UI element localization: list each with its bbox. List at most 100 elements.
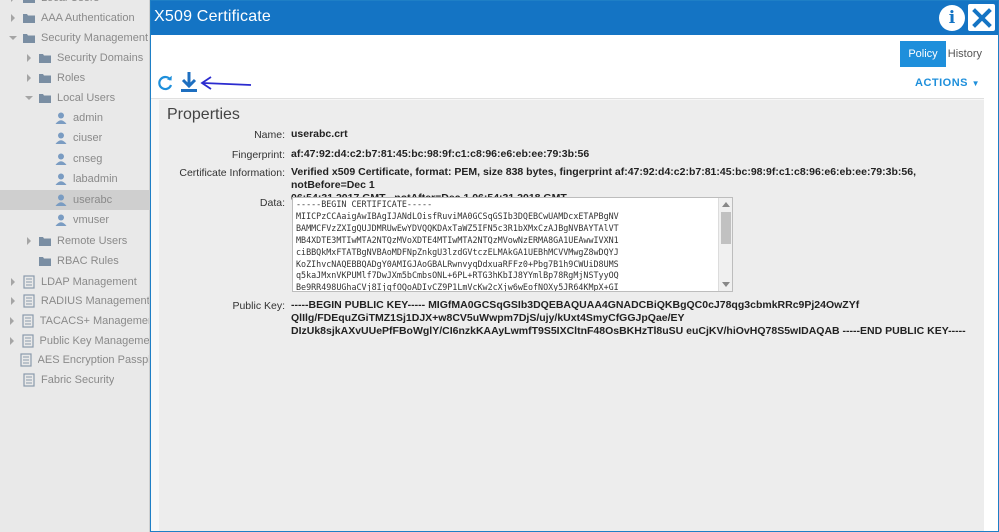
sidebar-item[interactable]: TACACS+ Management <box>0 311 149 331</box>
sidebar-item[interactable]: RBAC Rules <box>0 251 149 271</box>
data-label: Data: <box>259 197 285 209</box>
sidebar-item-label: Remote Users <box>57 235 128 247</box>
folder-icon <box>38 234 52 248</box>
right-margin <box>984 67 998 531</box>
scrollbar[interactable] <box>718 198 732 291</box>
sidebar-item[interactable]: vmuser <box>0 210 149 230</box>
actions-menu[interactable]: ACTIONS ▼ <box>915 77 980 89</box>
sidebar-item-label: Security Domains <box>57 52 144 64</box>
public-key-value: -----BEGIN PUBLIC KEY----- MIGfMA0GCSqGS… <box>291 299 981 338</box>
list-icon <box>22 275 36 289</box>
chevron-down-icon: ▼ <box>971 79 980 88</box>
certificate-data-line: Be9RR498UGhaCVj8IjqfOQoADIvCZ9P1LmVcKw2c… <box>296 282 619 292</box>
sidebar-item[interactable]: Remote Users <box>0 231 149 251</box>
expand-right-icon <box>24 256 34 266</box>
folder-icon <box>38 71 52 85</box>
expand-down-icon[interactable] <box>24 93 34 103</box>
sidebar-item-label: RADIUS Management <box>40 295 150 307</box>
certificate-data-line: q5kaJMxnVKPUMlf7DwJXm5bCmbsONL+6PL+RTG3h… <box>296 270 619 281</box>
list-icon <box>19 353 33 367</box>
list-icon <box>21 314 35 328</box>
user-icon <box>54 193 68 207</box>
folder-icon <box>38 254 52 268</box>
sidebar-item[interactable]: Public Key Management <box>0 331 149 351</box>
sidebar-item[interactable]: LDAP Management <box>0 272 149 292</box>
certificate-data-line: -----BEGIN CERTIFICATE----- <box>296 199 433 209</box>
sidebar-item-label: labadmin <box>73 173 118 185</box>
fingerprint-label: Fingerprint: <box>231 149 285 161</box>
certificate-data-line: BAMMCFVzZXIgQUJDMRUwEwYDVQQKDAxTaWZ5IFN5… <box>296 222 619 233</box>
user-icon <box>54 152 68 166</box>
sidebar-item-label: admin <box>73 112 103 124</box>
refresh-icon[interactable] <box>155 73 175 93</box>
name-value: userabc.crt <box>291 128 348 140</box>
info-button[interactable]: i <box>939 5 965 31</box>
sidebar-tree: Local Users AAA Authentication Security Ma… <box>0 0 150 532</box>
folder-icon <box>38 51 52 65</box>
expand-right-icon[interactable] <box>24 73 34 83</box>
name-label: Name: <box>254 129 285 141</box>
certificate-data-line: KoZIhvcNAQEBBQADgY0AMIGJAoGBALRwnvyqDdxu… <box>296 258 619 269</box>
sidebar-item-label: LDAP Management <box>41 276 137 288</box>
certificate-data-text: -----BEGIN CERTIFICATE----- MIICPzCCAaigA… <box>296 199 619 292</box>
sidebar-item[interactable]: Roles <box>0 68 149 88</box>
expand-right-icon[interactable] <box>8 277 18 287</box>
sidebar-item-label: RBAC Rules <box>57 255 119 267</box>
expand-right-icon[interactable] <box>8 0 18 3</box>
expand-right-icon[interactable] <box>7 336 16 346</box>
close-icon <box>971 7 992 28</box>
folder-icon <box>38 91 52 105</box>
sidebar-item[interactable]: AAA Authentication <box>0 8 149 28</box>
download-icon[interactable] <box>179 71 199 93</box>
expand-right-icon <box>8 375 18 385</box>
certificate-data-line: ciBBQkMxFTATBgNVBAoMDFNpZnkgU3lzdGVtczEL… <box>296 246 619 257</box>
sidebar-item[interactable]: RADIUS Management <box>0 291 149 311</box>
certificate-information-line: Verified x509 Certificate, format: PEM, … <box>291 166 916 191</box>
properties-pane: Properties Name: userabc.crt Fingerprint… <box>159 100 984 531</box>
user-icon <box>54 213 68 227</box>
fingerprint-value: af:47:92:d4:c2:b7:81:45:bc:98:9f:c1:c8:9… <box>291 148 590 160</box>
certificate-information-label: Certificate Information: <box>179 167 285 179</box>
sidebar-item[interactable]: ciuser <box>0 128 149 148</box>
sidebar-item[interactable]: labadmin <box>0 169 149 189</box>
sidebar-item-label: TACACS+ Management <box>39 315 149 327</box>
actions-label: ACTIONS <box>915 77 969 89</box>
expand-right-icon[interactable] <box>24 236 34 246</box>
sidebar-item[interactable]: Security Management <box>0 28 149 48</box>
expand-right-icon[interactable] <box>8 13 18 23</box>
sidebar-item-label: Local Users <box>41 0 99 4</box>
tab-history[interactable]: History <box>938 41 992 67</box>
sidebar-item-label: ciuser <box>73 132 103 144</box>
folder-icon <box>22 11 36 25</box>
annotation-arrow-icon <box>200 76 252 90</box>
user-icon <box>54 111 68 125</box>
sidebar-item[interactable]: userabc <box>0 190 149 210</box>
scroll-up-icon[interactable] <box>722 202 730 207</box>
sidebar-item[interactable]: Fabric Security <box>0 370 149 390</box>
sidebar-item-label: Public Key Management <box>39 335 149 347</box>
folder-icon <box>22 0 36 5</box>
sidebar-item[interactable]: Local Users <box>0 88 149 108</box>
sidebar-item[interactable]: Local Users <box>0 0 149 8</box>
sidebar-item[interactable]: admin <box>0 108 149 128</box>
public-key-line: -----BEGIN PUBLIC KEY----- MIGfMA0GCSqGS… <box>291 299 860 311</box>
public-key-line: QlIlg/FDEquZGiTMZ1Sj1DJX+w8CV5uWwpm7DjS/… <box>291 312 685 324</box>
expand-right-icon[interactable] <box>7 316 16 326</box>
user-icon <box>54 172 68 186</box>
scroll-thumb[interactable] <box>721 212 731 244</box>
expand-right-icon[interactable] <box>8 296 18 306</box>
sidebar-item[interactable]: AES Encryption Passphrase <box>0 350 149 370</box>
sidebar-item-label: cnseg <box>73 153 103 165</box>
expand-right-icon[interactable] <box>24 53 34 63</box>
public-key-label: Public Key: <box>232 300 285 312</box>
sidebar-item-label: vmuser <box>73 214 110 226</box>
expand-down-icon[interactable] <box>8 33 18 43</box>
certificate-data-textarea[interactable]: -----BEGIN CERTIFICATE----- MIICPzCCAaigA… <box>292 197 733 292</box>
scroll-down-icon[interactable] <box>722 282 730 287</box>
close-button[interactable] <box>968 4 995 31</box>
sidebar-item[interactable]: cnseg <box>0 149 149 169</box>
sidebar-item-label: Security Management <box>41 32 148 44</box>
certificate-data-line: MB4XDTE3MTIwMTA2NTQzMVoXDTE4MTIwMTA2NTQz… <box>296 234 619 245</box>
sidebar-item[interactable]: Security Domains <box>0 48 149 68</box>
user-icon <box>54 131 68 145</box>
